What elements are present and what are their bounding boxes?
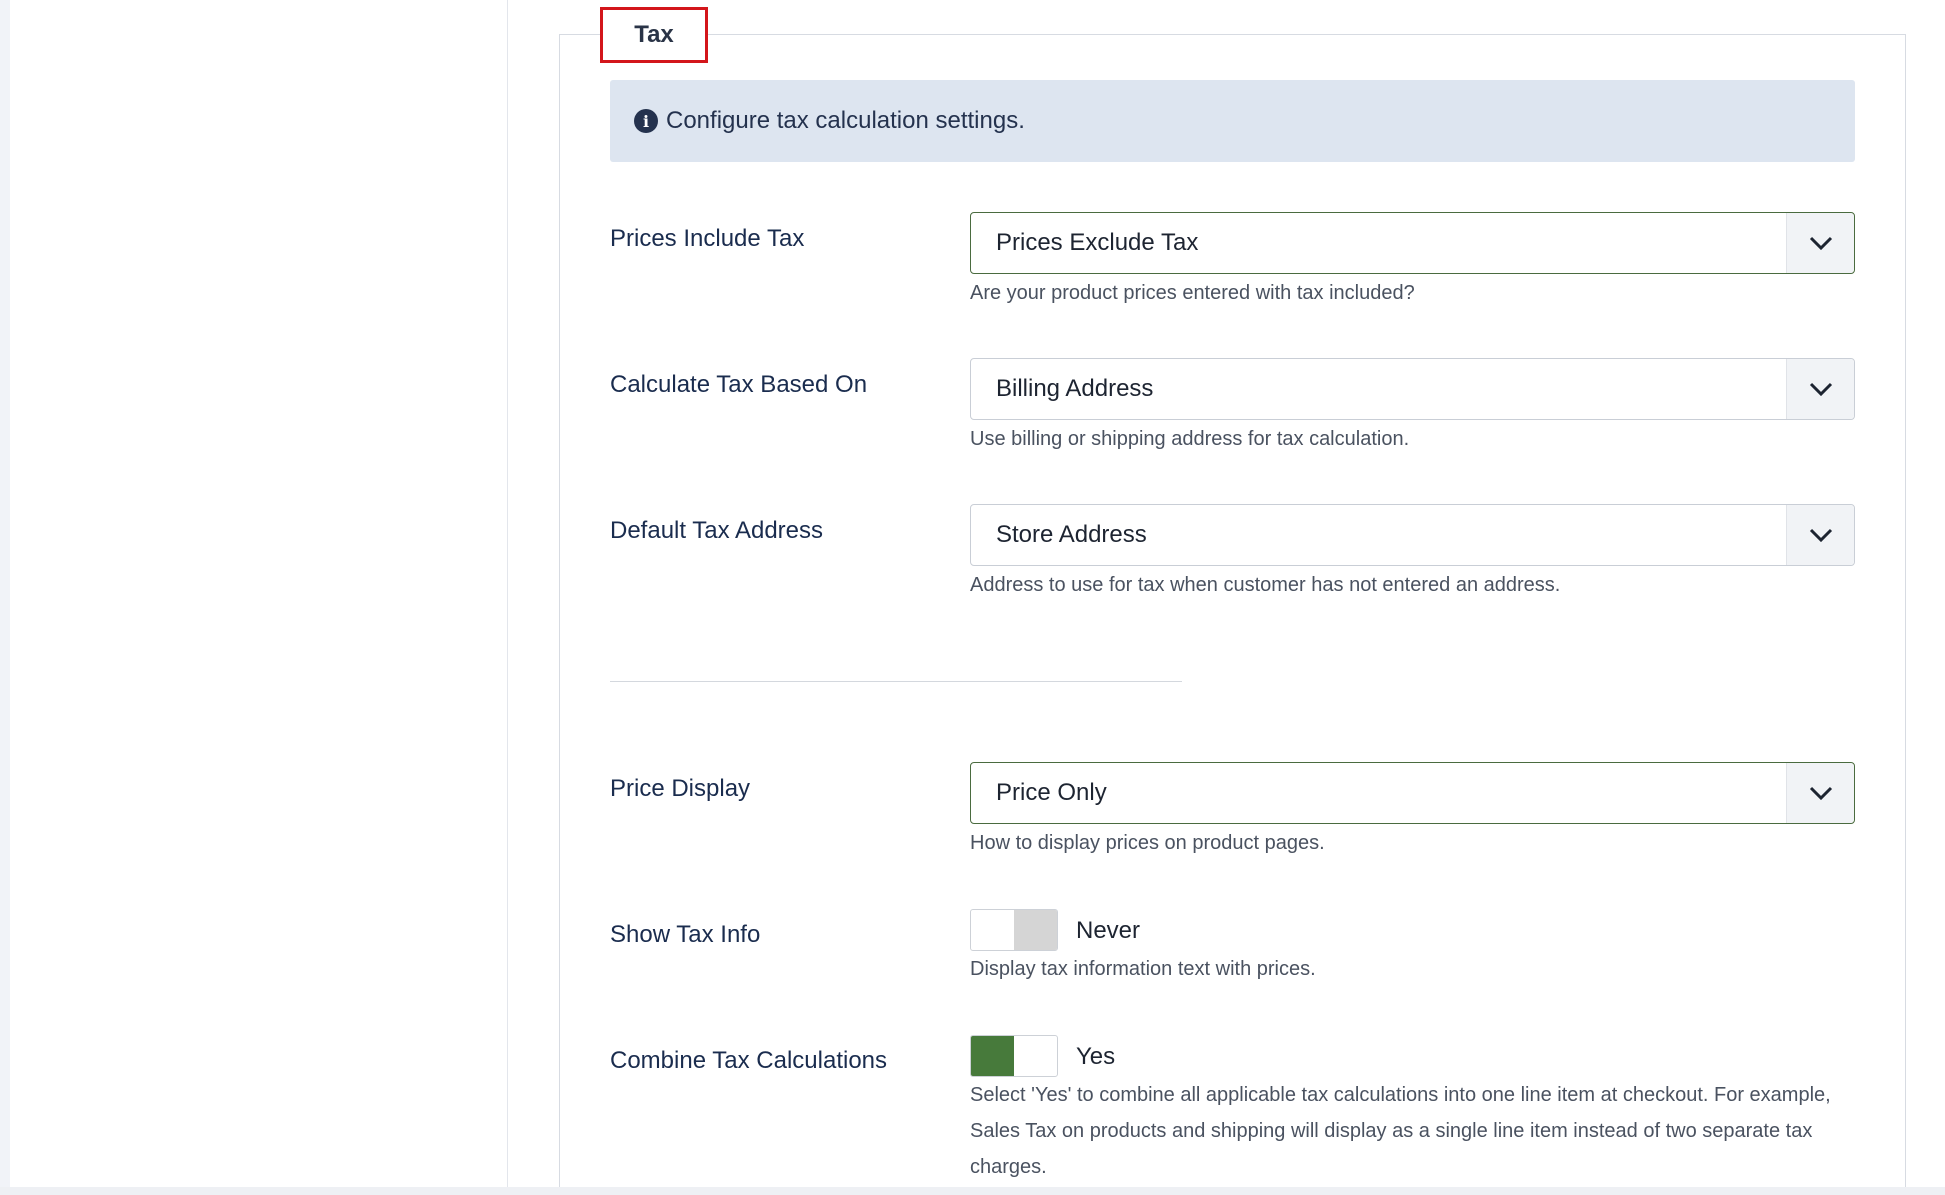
combine-tax-calculations-help: Select 'Yes' to combine all applicable t… — [970, 1084, 1831, 1178]
price-display-help: How to display prices on product pages. — [970, 832, 1325, 854]
chevron-down-icon[interactable] — [1786, 505, 1854, 565]
prices-include-tax-help: Are your product prices entered with tax… — [970, 282, 1415, 304]
tab-tax-label: Tax — [634, 21, 674, 48]
calculate-tax-based-on-label: Calculate Tax Based On — [610, 371, 868, 398]
tab-tax[interactable]: Tax — [600, 7, 708, 63]
sidebar-panel — [10, 0, 508, 1187]
chevron-down-icon[interactable] — [1786, 359, 1854, 419]
show-tax-info-help: Display tax information text with prices… — [970, 958, 1316, 980]
calculate-tax-based-on-help: Use billing or shipping address for tax … — [970, 428, 1410, 450]
show-tax-info-state: Never — [1076, 917, 1141, 944]
show-tax-info-toggle[interactable] — [970, 909, 1058, 951]
bottom-edge — [0, 1187, 1945, 1195]
info-circle-icon: i — [634, 109, 658, 133]
tax-fieldset — [559, 34, 1906, 1187]
combine-tax-calculations-label: Combine Tax Calculations — [610, 1047, 888, 1074]
default-tax-address-label: Default Tax Address — [610, 517, 824, 544]
chevron-down-icon[interactable] — [1786, 763, 1854, 823]
select-value: Billing Address — [996, 375, 1154, 402]
prices-include-tax-label: Prices Include Tax — [610, 225, 805, 252]
select-value: Store Address — [996, 521, 1147, 548]
default-tax-address-help: Address to use for tax when customer has… — [970, 574, 1561, 596]
default-tax-address-select[interactable]: Store Address — [970, 504, 1855, 566]
calculate-tax-based-on-select[interactable]: Billing Address — [970, 358, 1855, 420]
combine-tax-calculations-state: Yes — [1076, 1043, 1116, 1070]
show-tax-info-label: Show Tax Info — [610, 921, 761, 948]
info-alert: i Configure tax calculation settings. — [610, 80, 1855, 162]
section-divider — [610, 681, 1182, 682]
select-value: Prices Exclude Tax — [996, 229, 1199, 256]
combine-tax-calculations-toggle[interactable] — [970, 1035, 1058, 1077]
price-display-select[interactable]: Price Only — [970, 762, 1855, 824]
info-alert-text: Configure tax calculation settings. — [666, 107, 1025, 134]
prices-include-tax-select[interactable]: Prices Exclude Tax — [970, 212, 1855, 274]
select-value: Price Only — [996, 779, 1107, 806]
price-display-label: Price Display — [610, 775, 751, 802]
chevron-down-icon[interactable] — [1786, 213, 1854, 273]
left-edge — [0, 0, 10, 1187]
